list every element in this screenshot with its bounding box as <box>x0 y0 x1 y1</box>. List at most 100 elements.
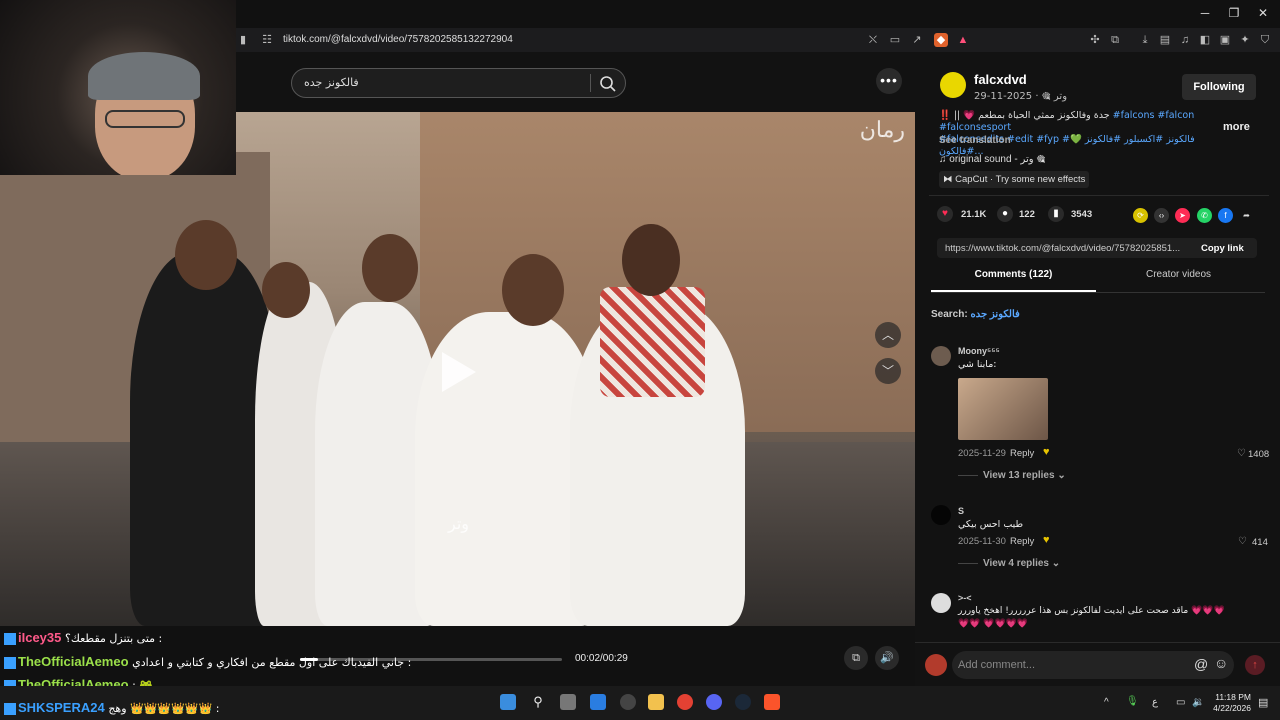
share-icon[interactable]: ↗ <box>910 33 924 47</box>
chat-badge-icon <box>4 632 16 645</box>
embed-icon[interactable]: ‹› <box>1154 208 1169 223</box>
chat-message: جاني الفيدباك على اول مقطع من افكاري و ك… <box>132 656 412 669</box>
more-button[interactable]: more <box>1223 121 1250 133</box>
screenshot-icon[interactable]: ⧉ <box>1108 33 1122 47</box>
extensions-icon[interactable]: ✣ <box>1088 33 1102 47</box>
mic-icon[interactable]: 🎙 <box>1126 696 1139 707</box>
next-video-icon[interactable]: ﹀ <box>875 358 901 384</box>
more-options-icon[interactable]: ••• <box>876 68 902 94</box>
video-time: 00:02/00:29 <box>575 653 628 664</box>
see-translation-link[interactable]: See translation <box>939 135 1011 146</box>
task-view-icon[interactable] <box>560 694 576 710</box>
commenter-name[interactable]: Moony⁵⁵⁵ <box>958 346 1000 356</box>
search-taskbar-icon[interactable]: ⚲ <box>530 694 546 710</box>
author-username[interactable]: falcxdvd <box>974 72 1027 87</box>
tab-manager-icon[interactable]: ▤ <box>1158 33 1172 47</box>
volume-icon[interactable]: 🔊 <box>875 646 899 670</box>
commenter-name[interactable]: S <box>958 506 964 516</box>
minimize-icon[interactable]: ─ <box>1195 6 1215 20</box>
tab-creator-videos[interactable]: Creator videos <box>1096 269 1261 280</box>
streamer-beanie <box>88 52 200 100</box>
user-avatar[interactable] <box>925 654 947 676</box>
emoji-icon[interactable]: ☺ <box>1214 655 1228 671</box>
chat-line-1: iIcey35 متى بتنزل مقطعك؟ : <box>4 630 162 645</box>
commenter-name[interactable]: >-< <box>958 593 972 603</box>
copy-link-button[interactable]: Copy link <box>1201 243 1244 254</box>
capcut-icon: ⧓ <box>943 174 956 185</box>
network-icon[interactable]: ▭ <box>1176 697 1185 708</box>
facebook-icon[interactable]: f <box>1218 208 1233 223</box>
steam-icon[interactable] <box>735 694 751 710</box>
search-keyword[interactable]: فالكونز جده <box>970 309 1019 320</box>
commenter-avatar[interactable] <box>931 346 951 366</box>
store-icon[interactable] <box>590 694 606 710</box>
wallet-icon[interactable]: ▣ <box>1218 33 1232 47</box>
video-link-text[interactable]: https://www.tiktok.com/@falcxdvd/video/7… <box>945 243 1185 254</box>
capcut-link[interactable]: ⧓ CapCut · Try some new effects <box>939 171 1089 188</box>
view-replies-button[interactable]: View 4 replies ⌄ <box>983 558 1060 569</box>
chrome-icon[interactable] <box>677 694 693 710</box>
music-icon[interactable]: ♫ <box>1178 33 1192 47</box>
media-off-icon[interactable]: ⛌ <box>866 33 880 47</box>
chat-user: iIcey35 <box>18 630 62 645</box>
comment-icon[interactable]: ● <box>997 206 1013 222</box>
rewards-icon[interactable]: ▲ <box>956 33 970 47</box>
reader-icon[interactable]: ▭ <box>888 33 902 47</box>
bookmark-icon[interactable]: ▮ <box>236 33 250 47</box>
repost-icon[interactable]: ⟳ <box>1133 208 1148 223</box>
like-icon[interactable]: ♡ <box>1237 448 1246 459</box>
site-settings-icon[interactable]: ☷ <box>260 33 274 47</box>
search-bar[interactable]: فالكونز جده <box>291 68 626 98</box>
obs-icon[interactable] <box>620 694 636 710</box>
following-button[interactable]: Following <box>1182 74 1256 100</box>
notification-icon[interactable]: ▤ <box>1258 696 1268 709</box>
previous-video-icon[interactable]: ︿ <box>875 322 901 348</box>
comment-image[interactable] <box>958 378 1048 440</box>
replies-line <box>958 475 978 476</box>
whatsapp-icon[interactable]: ✆ <box>1197 208 1212 223</box>
download-icon[interactable]: ⤓ <box>1138 33 1152 47</box>
chevron-down-icon: ⌄ <box>1057 470 1066 481</box>
search-input[interactable]: فالكونز جده <box>304 76 359 89</box>
share-more-icon[interactable]: ➦ <box>1239 208 1254 223</box>
comment-text: مابنا شي: <box>958 359 997 370</box>
commenter-avatar[interactable] <box>931 505 951 525</box>
close-icon[interactable]: ✕ <box>1253 6 1273 20</box>
comment-search-suggestion[interactable]: Search: فالكونز جده <box>931 309 1020 320</box>
bookmark-icon[interactable]: ▮ <box>1048 206 1064 222</box>
author-avatar[interactable] <box>940 72 966 98</box>
tiktok-header: فالكونز جده ••• <box>236 52 915 112</box>
like-icon[interactable]: ♡ <box>1238 536 1247 547</box>
language-icon[interactable]: ع <box>1152 697 1158 708</box>
original-sound-link[interactable]: ♫ original sound - وتر 🎕 <box>939 152 1045 169</box>
heart-icon[interactable]: ♥ <box>937 206 953 222</box>
tab-comments[interactable]: Comments (122) <box>931 269 1096 280</box>
send-comment-icon[interactable]: ↑ <box>1245 655 1265 675</box>
search-icon[interactable] <box>598 74 618 94</box>
video-player[interactable]: رمان وتر ︿ ﹀ <box>0 112 915 626</box>
file-explorer-icon[interactable] <box>648 694 664 710</box>
system-clock[interactable]: 11:18 PM 4/22/2026 <box>1205 692 1251 714</box>
discord-icon[interactable] <box>706 694 722 710</box>
mention-icon[interactable]: @ <box>1194 656 1208 672</box>
person-head <box>502 254 564 326</box>
brave-shield-icon[interactable]: ◆ <box>934 33 948 47</box>
pip-icon[interactable]: ⧉ <box>844 646 868 670</box>
chat-badge-icon <box>4 656 16 669</box>
view-replies-button[interactable]: View 13 replies ⌄ <box>983 470 1066 481</box>
play-icon[interactable] <box>442 352 476 392</box>
url-text[interactable]: tiktok.com/@falcxdvd/video/7578202585132… <box>283 34 513 45</box>
sidebar-icon[interactable]: ◧ <box>1198 33 1212 47</box>
comment-input[interactable]: Add comment... @ ☺ <box>952 651 1234 679</box>
tray-chevron-icon[interactable]: ^ <box>1104 697 1109 708</box>
send-icon[interactable]: ➤ <box>1175 208 1190 223</box>
leo-ai-icon[interactable]: ✦ <box>1238 33 1252 47</box>
commenter-avatar[interactable] <box>931 593 951 613</box>
maximize-icon[interactable]: ❐ <box>1224 6 1244 20</box>
start-icon[interactable] <box>500 694 516 710</box>
brave-icon[interactable] <box>764 694 780 710</box>
reply-button[interactable]: Reply <box>1010 536 1034 547</box>
menu-icon[interactable] <box>1260 33 1274 47</box>
reply-button[interactable]: Reply <box>1010 448 1034 459</box>
speaker-icon[interactable]: 🔉 <box>1192 697 1204 708</box>
